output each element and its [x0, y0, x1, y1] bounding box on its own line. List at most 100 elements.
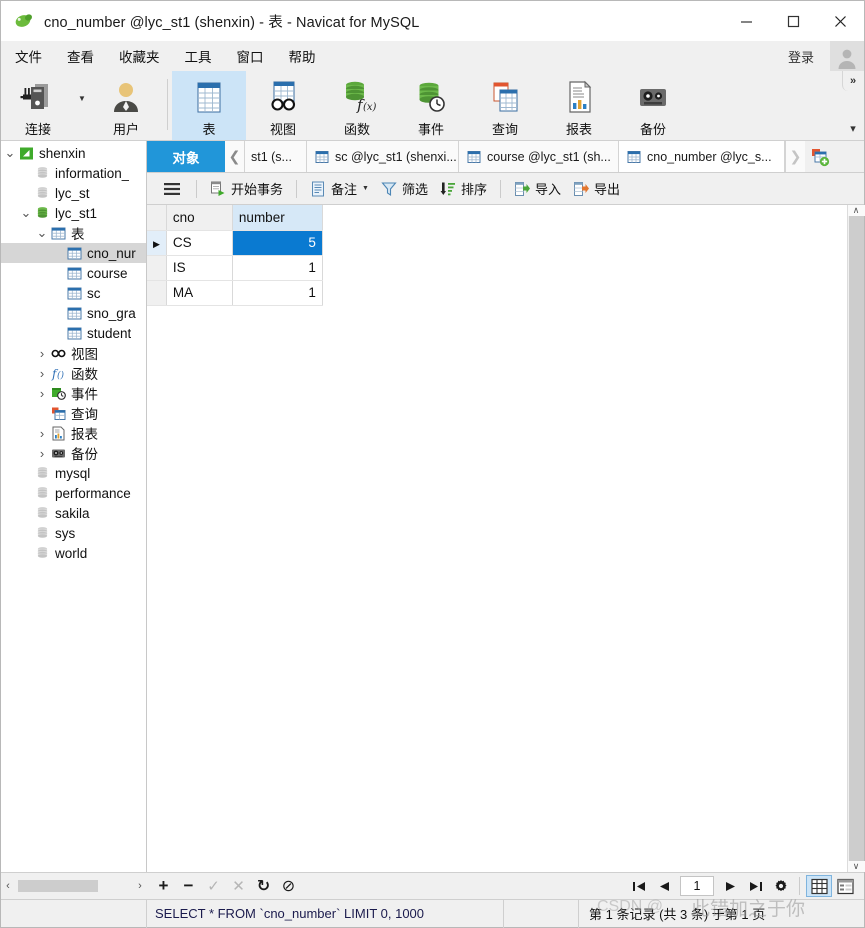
- chevron-down-icon[interactable]: ⌄: [19, 206, 33, 219]
- chevron-down-icon[interactable]: ⌄: [3, 146, 17, 159]
- import-button[interactable]: 导入: [508, 177, 567, 201]
- tree-node-[interactable]: ⌄ 表: [1, 223, 146, 243]
- tree-node-world[interactable]: world: [1, 543, 146, 563]
- chevron-right-icon[interactable]: ❯: [785, 141, 805, 172]
- tree-node-[interactable]: › 视图: [1, 343, 146, 363]
- note-button[interactable]: 备注 ▼: [304, 177, 375, 201]
- cancel-record-button[interactable]: ✕: [226, 874, 251, 898]
- chevron-right-icon[interactable]: ›: [35, 426, 49, 441]
- scroll-left-button[interactable]: ‹: [1, 880, 15, 892]
- tree-node-sno_gra[interactable]: sno_gra: [1, 303, 146, 323]
- tab-course[interactable]: course @lyc_st1 (sh...: [459, 141, 619, 172]
- menu-tools[interactable]: 工具: [174, 42, 223, 70]
- chevron-down-icon[interactable]: ▼: [75, 71, 89, 140]
- scroll-down-button[interactable]: ∨: [847, 861, 865, 872]
- tree-node-lyc_st[interactable]: lyc_st: [1, 183, 146, 203]
- chevron-right-icon[interactable]: ›: [35, 346, 49, 361]
- row-marker[interactable]: ▶: [147, 230, 167, 256]
- tab-cno-number[interactable]: cno_number @lyc_s...: [619, 141, 785, 172]
- cell-number[interactable]: 5: [232, 230, 323, 256]
- ribbon-button-query[interactable]: 查询: [468, 71, 542, 140]
- grid-view-icon[interactable]: [806, 875, 832, 897]
- tree-node-[interactable]: › 事件: [1, 383, 146, 403]
- sort-button[interactable]: 排序: [434, 177, 493, 201]
- scrollbar-thumb[interactable]: [18, 880, 98, 892]
- tab-objects[interactable]: 对象: [147, 141, 225, 172]
- cell-number[interactable]: 1: [232, 255, 323, 281]
- tree-node-[interactable]: › f() 函数: [1, 363, 146, 383]
- sidebar-horizontal-scrollbar[interactable]: ‹ ›: [1, 880, 147, 892]
- ribbon-overflow-button[interactable]: »: [850, 75, 856, 87]
- grid-vertical-scrollbar[interactable]: ∧ ∨: [847, 205, 865, 872]
- maximize-button[interactable]: [770, 1, 817, 41]
- prev-page-icon[interactable]: [651, 874, 676, 898]
- row-marker[interactable]: [147, 255, 167, 281]
- export-button[interactable]: 导出: [567, 177, 626, 201]
- object-tree[interactable]: ⌄ shenxin information_ lyc_st ⌄ lyc_st1 ⌄ 表 cno_…: [1, 141, 146, 872]
- ribbon-button-event[interactable]: 事件: [394, 71, 468, 140]
- menu-file[interactable]: 文件: [4, 42, 53, 70]
- ribbon-button-backup[interactable]: 备份: [616, 71, 690, 140]
- tree-node-sakila[interactable]: sakila: [1, 503, 146, 523]
- tree-node-shenxin[interactable]: ⌄ shenxin: [1, 143, 146, 163]
- chevron-right-icon[interactable]: ›: [35, 386, 49, 401]
- menu-view[interactable]: 查看: [56, 42, 105, 70]
- minimize-button[interactable]: [723, 1, 770, 41]
- tree-node-sys[interactable]: sys: [1, 523, 146, 543]
- cell-cno[interactable]: IS: [166, 255, 233, 281]
- last-page-icon[interactable]: [743, 874, 768, 898]
- ribbon-button-table[interactable]: 表: [172, 71, 246, 140]
- chevron-right-icon[interactable]: ›: [35, 366, 49, 381]
- hamburger-menu-icon[interactable]: [155, 177, 189, 201]
- tree-node-course[interactable]: course: [1, 263, 146, 283]
- ribbon-button-function[interactable]: f (x) 函数: [320, 71, 394, 140]
- ribbon-button-connect[interactable]: 连接: [1, 71, 75, 140]
- cell-cno[interactable]: MA: [166, 280, 233, 306]
- tree-node-lyc_st1[interactable]: ⌄ lyc_st1: [1, 203, 146, 223]
- column-header-number[interactable]: number: [232, 205, 323, 231]
- login-link[interactable]: 登录: [778, 47, 824, 66]
- tab-sc[interactable]: sc @lyc_st1 (shenxi...: [307, 141, 459, 172]
- add-record-button[interactable]: +: [151, 874, 176, 898]
- data-grid[interactable]: cno number ▶ CS 5 IS 1 MA 1: [147, 205, 847, 872]
- form-view-icon[interactable]: [832, 875, 858, 897]
- table-row[interactable]: ▶ CS 5: [147, 230, 323, 256]
- tree-node-cno_nur[interactable]: cno_nur: [1, 243, 146, 263]
- cell-number[interactable]: 1: [232, 280, 323, 306]
- chevron-down-icon[interactable]: ⌄: [35, 226, 49, 239]
- ribbon-button-user[interactable]: 用户: [89, 71, 163, 140]
- cell-cno[interactable]: CS: [166, 230, 233, 256]
- scrollbar-thumb[interactable]: [848, 216, 864, 861]
- filter-button[interactable]: 筛选: [375, 177, 434, 201]
- table-row[interactable]: IS 1: [147, 255, 323, 281]
- delete-record-button[interactable]: −: [176, 874, 201, 898]
- column-header-cno[interactable]: cno: [166, 205, 233, 231]
- stop-button[interactable]: ⊘: [276, 874, 301, 898]
- menu-help[interactable]: 帮助: [278, 42, 327, 70]
- scroll-up-button[interactable]: ∧: [847, 205, 865, 216]
- row-marker[interactable]: [147, 280, 167, 306]
- tree-node-sc[interactable]: sc: [1, 283, 146, 303]
- chevron-left-icon[interactable]: ❮: [225, 141, 245, 172]
- ribbon-button-view[interactable]: 视图: [246, 71, 320, 140]
- next-page-icon[interactable]: [718, 874, 743, 898]
- chevron-down-icon[interactable]: ▼: [362, 185, 369, 192]
- tree-node-mysql[interactable]: mysql: [1, 463, 146, 483]
- menu-window[interactable]: 窗口: [226, 42, 275, 70]
- ribbon-button-report[interactable]: 报表: [542, 71, 616, 140]
- page-number-input[interactable]: 1: [680, 876, 714, 896]
- tree-node-information_[interactable]: information_: [1, 163, 146, 183]
- table-row[interactable]: MA 1: [147, 280, 323, 306]
- tree-node-performance[interactable]: performance: [1, 483, 146, 503]
- close-button[interactable]: [817, 1, 864, 41]
- tree-node-[interactable]: › 报表: [1, 423, 146, 443]
- tree-node-[interactable]: › 备份: [1, 443, 146, 463]
- scroll-right-button[interactable]: ›: [133, 880, 147, 892]
- chevron-right-icon[interactable]: ›: [35, 446, 49, 461]
- confirm-record-button[interactable]: ✓: [201, 874, 226, 898]
- ribbon-expand-button[interactable]: ▾: [850, 122, 856, 135]
- tree-node-[interactable]: 查询: [1, 403, 146, 423]
- tab-lyc-st1[interactable]: st1 (s...: [245, 141, 307, 172]
- gear-icon[interactable]: [768, 874, 793, 898]
- first-page-icon[interactable]: [626, 874, 651, 898]
